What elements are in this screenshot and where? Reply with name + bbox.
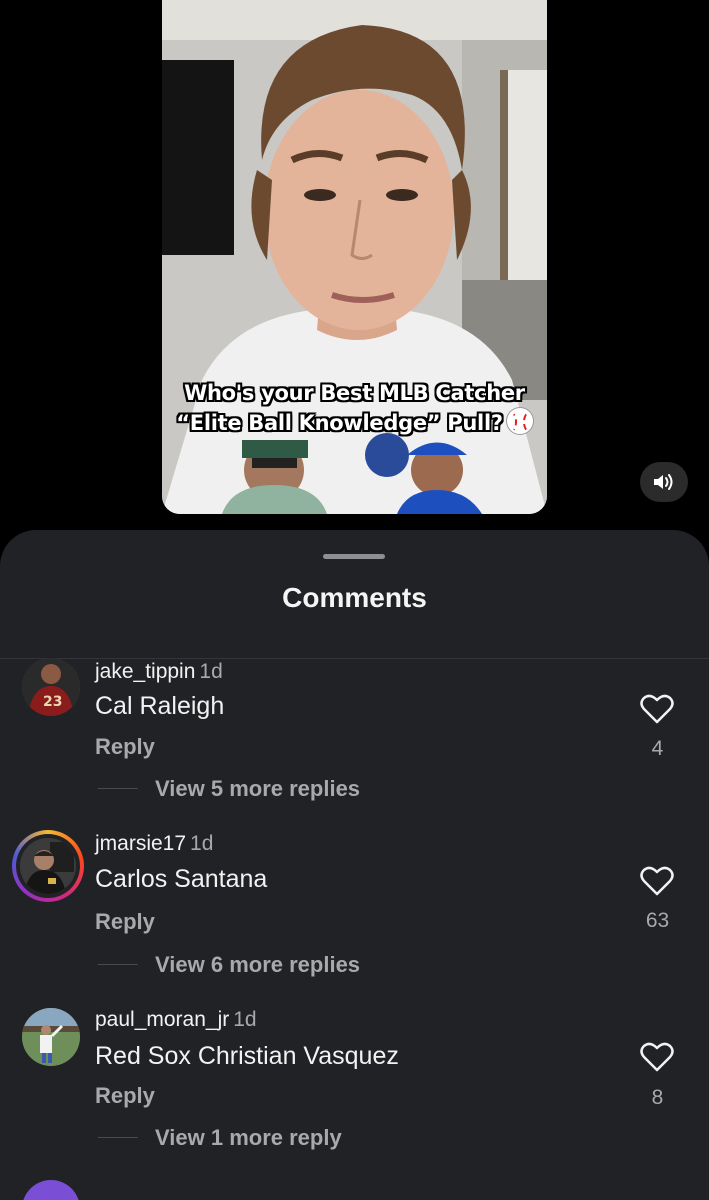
avatar-story-ring[interactable] xyxy=(12,830,84,902)
comment-text: Red Sox Christian Vasquez xyxy=(95,1042,399,1070)
comment-item: 23 jake_tippin 1d Cal Raleigh Reply 4 Vie… xyxy=(0,658,709,828)
avatar-image: 23 xyxy=(22,658,80,716)
heart-icon[interactable] xyxy=(640,865,674,897)
heart-icon[interactable] xyxy=(640,693,674,725)
avatar[interactable]: 23 xyxy=(22,658,80,716)
comment-username[interactable]: jake_tippin 1d xyxy=(95,660,223,684)
view-more-replies[interactable]: View 6 more replies xyxy=(155,952,360,978)
baseball-icon xyxy=(506,408,533,434)
sheet-drag-handle[interactable] xyxy=(323,554,385,559)
svg-text:23: 23 xyxy=(43,694,62,710)
comment-username[interactable]: jmarsie17 1d xyxy=(95,832,213,856)
comment-text: Carlos Santana xyxy=(95,865,268,893)
reply-button[interactable]: Reply xyxy=(95,734,155,760)
comment-time: 1d xyxy=(233,1008,257,1031)
comment-username[interactable]: paul_moran_jr 1d xyxy=(95,1008,257,1032)
username-text[interactable]: paul_moran_jr xyxy=(95,1008,229,1031)
like-count: 4 xyxy=(651,737,664,760)
avatar[interactable] xyxy=(22,1008,80,1066)
username-text[interactable]: jmarsie17 xyxy=(95,832,186,855)
avatar-image xyxy=(20,838,76,894)
view-more-replies[interactable]: View 1 more reply xyxy=(155,1125,342,1151)
avatar[interactable] xyxy=(22,1180,80,1200)
view-more-replies[interactable]: View 5 more replies xyxy=(155,776,360,802)
like-count: 8 xyxy=(651,1086,664,1109)
sound-toggle-button[interactable] xyxy=(640,462,688,502)
caption-line-1: Who's your Best MLB Catcher xyxy=(184,381,525,405)
comments-sheet: Comments 23 jake_tippin 1d Cal Raleigh Re… xyxy=(0,530,709,1200)
comment-item: paul_moran_jr 1d Red Sox Christian Vasque… xyxy=(0,1006,709,1176)
replies-line xyxy=(98,964,138,965)
video-caption: Who's your Best MLB Catcher “Elite Ball … xyxy=(162,378,547,438)
avatar-image xyxy=(22,1008,80,1066)
username-text[interactable]: jake_tippin xyxy=(95,660,195,683)
caption-line-2: “Elite Ball Knowledge” Pull? xyxy=(176,411,503,435)
reply-button[interactable]: Reply xyxy=(95,1083,155,1109)
video-player[interactable]: Who's your Best MLB Catcher “Elite Ball … xyxy=(162,0,547,514)
heart-icon[interactable] xyxy=(640,1041,674,1073)
comment-time: 1d xyxy=(190,832,214,855)
comment-item: jmarsie17 1d Carlos Santana Reply 63 View… xyxy=(0,830,709,1000)
app-screen: Who's your Best MLB Catcher “Elite Ball … xyxy=(0,0,709,1200)
sheet-title: Comments xyxy=(282,582,427,613)
replies-line xyxy=(98,1137,138,1138)
like-count: 63 xyxy=(645,909,670,932)
reply-button[interactable]: Reply xyxy=(95,909,155,935)
comment-time: 1d xyxy=(199,660,223,683)
comment-text: Cal Raleigh xyxy=(95,692,225,720)
replies-line xyxy=(98,788,138,789)
speaker-icon xyxy=(654,474,673,490)
